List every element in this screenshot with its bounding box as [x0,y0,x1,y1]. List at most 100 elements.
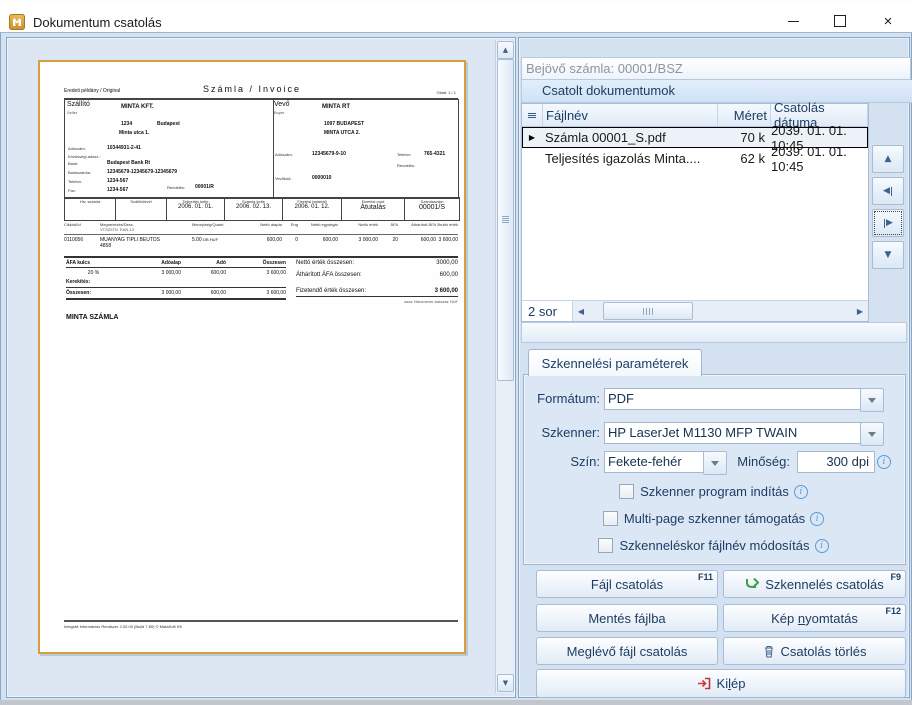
window-title: Dokumentum csatolás [33,15,162,30]
minimize-button[interactable] [773,10,813,32]
column-header-size[interactable]: Méret [718,104,771,126]
grid-horizontal-scrollbar[interactable]: ◀ ▶ [573,301,868,321]
seller-fax-label: Fax: [68,188,76,193]
rename-checkbox[interactable] [598,538,613,553]
row-size: 62 k [716,148,768,169]
vat-col-osszesen: Összesen [226,260,286,266]
buyer-phone: 765-4321 [424,151,445,157]
info-icon[interactable]: i [815,539,829,553]
ih-ean: EAN-13 [120,227,134,232]
tot-vat-value: 600,00 [440,272,458,279]
invoice-buyer-box: Vevő Buyer MINTA RT 1097 BUDAPEST MINTA … [272,99,459,199]
bar-icon [884,219,885,228]
maximize-button[interactable] [820,10,860,32]
scanner-program-checkbox[interactable] [619,484,634,499]
grid-rows: ▶ Számla 00001_S.pdf 70 k 2039. 01. 01. … [522,127,868,300]
buyer-code-label: Vevőkód: [275,176,291,181]
row-filename: Teljesítés igazolás Minta.... [542,148,716,169]
exit-button[interactable]: Kilép [536,669,906,698]
info-icon[interactable]: i [794,485,808,499]
buyer-zip-city: 1097 BUDAPEST [324,121,364,127]
save-to-file-button[interactable]: Mentés fájlba [536,604,718,632]
buyer-sub-label: Buyer [274,110,284,115]
buyer-tax: 12345679-9-10 [312,151,346,157]
row-selector-header[interactable] [522,104,543,126]
tot-gross-value: 3 600,00 [435,288,458,295]
close-button[interactable]: × [868,10,908,32]
item-qty: 5.00 [192,237,202,243]
chevron-down-icon [868,432,876,437]
invoice-col-szallitolevel: Szállítólevél [116,198,166,204]
scroll-right-button[interactable]: ▶ [852,302,868,320]
format-select[interactable]: PDF [604,388,862,410]
seller-label: Szállító [67,101,90,109]
invoice-page-label: Oldal: 1 / 1 [437,90,456,95]
item-code: 0110056 [64,237,100,249]
scroll-down-button[interactable]: ▼ [497,674,514,692]
scan-attach-button[interactable]: Szkennelés csatolás F9 [723,570,906,598]
print-image-button[interactable]: Kép nyomtatás F12 [723,604,906,632]
row-date: 2039. 01. 01. 10:45 [768,148,868,169]
ih-vtsz: VTSZ/ITN [100,227,118,232]
background-taskbar-sliver [0,700,912,705]
seller-bank-label: Bank: [68,161,78,166]
vat-val-osszesen: 3 600,00 [226,270,286,276]
color-select[interactable]: Fekete-fehér [604,451,706,473]
scanner-select[interactable]: HP LaserJet M1130 MFP TWAIN [604,422,862,444]
status-strip [521,322,907,343]
invoice-footer: Integrált Információs Rendszer 2.00.00 (… [64,624,182,629]
title-bar: Dokumentum csatolás × [0,4,912,33]
vat-sum-label: Összesen: [66,290,121,296]
tab-szkennelesi-parameterek[interactable]: Szkennelési paraméterek [528,349,702,376]
seller-order-label: Rendelés: [167,185,185,190]
previous-record-button[interactable]: ◀ [872,177,904,205]
seller-tax: 10344931-2-41 [107,145,141,151]
item-unitp: 600,00 [298,237,338,249]
seller-bank: Budapest Bank Rt [107,160,150,166]
vat-round-label: Kerekítés: [66,276,286,285]
scroll-up-button[interactable]: ▲ [497,41,514,59]
multipage-checkbox[interactable] [603,511,618,526]
item-unit: DB HUF [203,237,218,242]
ih-base: Nettó alapár [250,222,282,232]
next-record-button[interactable]: ▶ [872,209,904,237]
move-down-button[interactable]: ▼ [872,241,904,269]
invoice-totals: Nettó érték összesen: 3000,00 Áthárított… [296,260,458,304]
file-attach-button[interactable]: Fájl csatolás F11 [536,570,718,598]
invoice-val-szamlaszam: 00001/S [405,204,459,212]
hotkey-f12: F12 [885,606,901,616]
seller-name: MINTA KFT. [121,104,154,111]
document-preview-panel: Eredeti példány / Original Számla / Invo… [6,37,516,698]
vat-val-kulcs: 20 % [66,270,121,276]
seller-account: 12345679-12345679-12345679 [107,169,177,175]
seller-phone-label: Telefon: [68,179,82,184]
info-icon[interactable]: i [810,512,824,526]
table-row[interactable]: Teljesítés igazolás Minta.... 62 k 2039.… [522,148,868,169]
preview-vertical-scrollbar[interactable]: ▲ ▼ [495,40,513,693]
grid-menu-icon [528,112,536,119]
seller-phone: 1234-567 [107,178,128,184]
tot-words: azaz Háromezer-hatszáz HUF [296,299,458,304]
scroll-left-button[interactable]: ◀ [573,302,589,320]
quality-input[interactable]: 300 dpi [797,451,875,473]
attach-existing-file-button[interactable]: Meglévő fájl csatolás [536,637,718,665]
delete-attachment-label: Csatolás törlés [781,644,867,659]
info-icon[interactable]: i [877,455,891,469]
preview-scrollbar-thumb[interactable] [497,59,514,381]
format-label: Formátum: [500,391,600,406]
delete-attachment-button[interactable]: Csatolás törlés [723,637,906,665]
exit-label: Kilép [717,676,746,691]
buyer-phone-label: Telefon: [397,152,411,157]
checkbox-row-multipage: Multi-page szkenner támogatás i [523,511,904,526]
tot-net-label: Nettó érték összesen: [296,260,354,267]
scanner-dropdown-button[interactable] [860,422,884,446]
invoice-summary-row: Hiv. számla Szállítólevél Teljesítés kel… [64,197,460,221]
format-dropdown-button[interactable] [860,388,884,412]
arrow-right-icon: ▶ [886,218,893,228]
move-up-button[interactable]: ▲ [872,145,904,173]
column-header-filename[interactable]: Fájlnév [543,104,718,126]
hscroll-thumb[interactable] [603,302,693,320]
scan-arrow-icon [745,578,759,590]
invoice-stamp: MINTA SZÁMLA [66,314,119,322]
vat-sum-adoalap: 3 000,00 [121,290,181,296]
